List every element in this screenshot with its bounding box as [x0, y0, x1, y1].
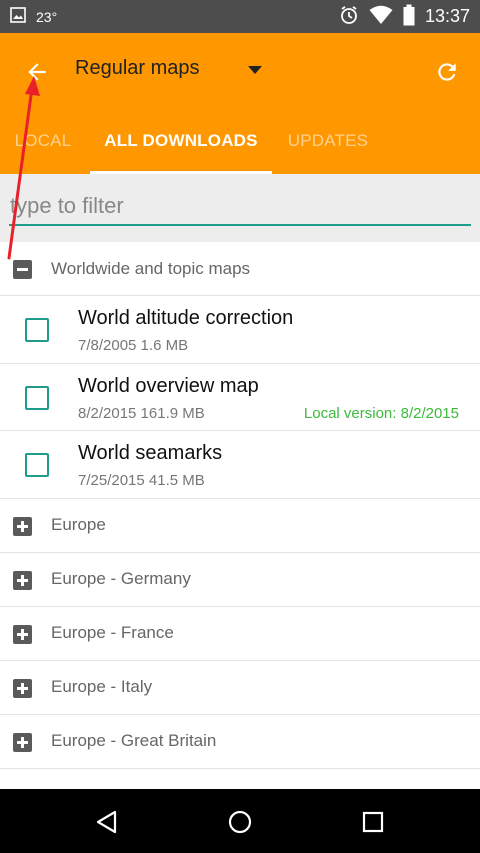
back-arrow-icon[interactable]: [20, 55, 54, 89]
group-label: Europe - Great Britain: [51, 731, 217, 750]
list-item[interactable]: World seamarks 7/25/2015 41.5 MB: [0, 431, 480, 499]
nav-recent-icon[interactable]: [356, 805, 390, 839]
wifi-icon: [369, 5, 393, 29]
collapse-icon[interactable]: [13, 260, 32, 279]
battery-icon: [403, 4, 415, 30]
filter-bar: [0, 174, 480, 242]
clock-text: 13:37: [424, 6, 470, 26]
group-label: Europe - Germany: [51, 569, 191, 588]
list-item[interactable]: World altitude correction 7/8/2005 1.6 M…: [0, 296, 480, 364]
image-icon: [10, 6, 26, 27]
group-row[interactable]: Europe - France: [0, 607, 480, 661]
expand-icon[interactable]: [13, 732, 32, 752]
tab-all-downloads[interactable]: ALL DOWNLOADS: [90, 108, 272, 174]
map-name: World overview map: [78, 374, 259, 397]
dropdown-caret-icon[interactable]: [244, 59, 266, 81]
tab-updates[interactable]: UPDATES: [272, 108, 384, 174]
group-row[interactable]: Europe - Great Britain: [0, 715, 480, 769]
nav-home-icon[interactable]: [223, 805, 257, 839]
map-list: Worldwide and topic maps World altitude …: [0, 242, 480, 769]
download-checkbox[interactable]: [25, 385, 49, 410]
local-version-label: Local version: 8/2/2015: [303, 404, 459, 422]
map-meta: 7/8/2005 1.6 MB: [78, 337, 189, 354]
map-name: World altitude correction: [78, 307, 294, 329]
download-checkbox[interactable]: [25, 318, 49, 342]
group-label: Europe - Italy: [51, 677, 153, 696]
nav-back-icon[interactable]: [90, 805, 124, 839]
map-meta: 8/2/2015 161.9 MB: [78, 404, 205, 422]
list-item[interactable]: World overview map 8/2/2015 161.9 MB Loc…: [0, 364, 480, 431]
map-meta: 7/25/2015 41.5 MB: [78, 472, 205, 489]
expand-icon[interactable]: [13, 624, 32, 644]
status-bar: 23° 13:37: [0, 0, 480, 33]
app-bar: Regular maps: [0, 33, 480, 108]
group-row[interactable]: Europe - Italy: [0, 661, 480, 715]
expand-icon[interactable]: [13, 570, 32, 590]
map-name: World seamarks: [78, 442, 223, 464]
group-row[interactable]: Europe - Germany: [0, 553, 480, 607]
download-checkbox[interactable]: [25, 453, 49, 477]
expand-icon[interactable]: [13, 516, 32, 536]
group-label: Europe: [51, 515, 106, 534]
group-label: Europe - France: [51, 623, 174, 642]
tab-local[interactable]: LOCAL: [0, 108, 86, 174]
alarm-icon: [339, 5, 359, 29]
group-row[interactable]: Europe: [0, 499, 480, 553]
navigation-bar: [0, 789, 480, 853]
filter-input[interactable]: [9, 188, 471, 226]
group-row-worldwide[interactable]: Worldwide and topic maps: [0, 242, 480, 296]
group-label: Worldwide and topic maps: [51, 258, 251, 278]
expand-icon[interactable]: [13, 678, 32, 698]
temperature-text: 23°: [36, 8, 58, 25]
map-type-title[interactable]: Regular maps: [75, 57, 200, 80]
tab-bar: LOCAL ALL DOWNLOADS UPDATES: [0, 108, 480, 174]
refresh-icon[interactable]: [430, 55, 464, 89]
